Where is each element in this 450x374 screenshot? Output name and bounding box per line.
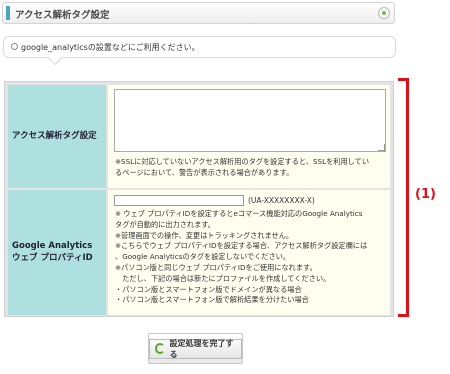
note-line: ※SSLに対応していないアクセス解析用のタグを設定すると、SSLを利用してい <box>115 157 370 166</box>
note-line: ※パソコン版と同じウェブ プロパティIDをご使用になれます。 <box>115 262 317 272</box>
note-line: ※こちらでウェブ プロパティIDを設定する場合、アクセス解析タグ設定欄には <box>115 241 368 251</box>
table-row: Google Analytics ウェブ プロパティID (UA-XXXXXXX… <box>8 190 390 315</box>
section-title: アクセス解析タグ設定 <box>15 10 110 21</box>
note-line: ただし、下記の場合は新たにプロファイルを作成してください。 <box>115 273 331 283</box>
row-value: (UA-XXXXXXXX-X) ※ ウェブ プロパティIDを設定するとeコマース… <box>108 190 390 315</box>
property-id-wrap: (UA-XXXXXXXX-X) <box>114 195 315 206</box>
annotation-label: (1) <box>415 187 436 202</box>
tracking-tag-textarea[interactable] <box>114 89 386 152</box>
info-text: google_analyticsの設置などにご利用ください。 <box>21 43 200 52</box>
header-accent-bar <box>6 6 10 20</box>
row-value: ※SSLに対応していないアクセス解析用のタグを設定すると、SSLを利用してい る… <box>108 85 390 188</box>
note-line: ・パソコン版とスマートフォン版でドメインが異なる場合 <box>115 284 302 294</box>
collapse-toggle-icon[interactable] <box>378 7 390 19</box>
section-header: アクセス解析タグ設定 <box>2 2 395 24</box>
ssl-note: ※SSLに対応していないアクセス解析用のタグを設定すると、SSLを利用してい る… <box>115 157 391 179</box>
settings-table: アクセス解析タグ設定 ※SSLに対応していないアクセス解析用のタグを設定すると、… <box>4 81 394 317</box>
note-line: ※ ウェブ プロパティIDを設定するとeコマース機能対応のGoogle Anal… <box>115 209 363 218</box>
annotation-bracket <box>398 78 409 317</box>
row-label-line: ウェブ プロパティID <box>12 252 93 263</box>
table-row: アクセス解析タグ設定 ※SSLに対応していないアクセス解析用のタグを設定すると、… <box>8 85 390 188</box>
note-line: るページにおいて、警告が表示される場合があります。 <box>115 167 294 177</box>
submit-button[interactable]: 設定処理を完了する <box>148 333 243 364</box>
row-label: アクセス解析タグ設定 <box>8 85 106 188</box>
submit-button-face[interactable]: 設定処理を完了する <box>149 338 242 359</box>
property-id-input[interactable] <box>114 195 244 206</box>
refresh-icon <box>155 343 166 354</box>
info-box: google_analyticsの設置などにご利用ください。 <box>3 36 396 58</box>
resize-handle-icon[interactable] <box>378 144 385 151</box>
note-line: タグが自動的に出力されます。 <box>115 219 215 229</box>
ga-notes: ※ ウェブ プロパティIDを設定するとeコマース機能対応のGoogle Anal… <box>115 209 392 306</box>
submit-label: 設定処理を完了する <box>169 338 234 359</box>
note-line: ※管理画面での操作、変更はトラッキングされません。 <box>115 230 294 240</box>
property-id-hint: (UA-XXXXXXXX-X) <box>248 196 315 205</box>
bullet-icon <box>11 43 18 50</box>
note-line: 、Google Analyticsのタグを設定しないでください。 <box>115 252 291 262</box>
note-line: ・パソコン版とスマートフォン版で解析結果を分けたい場合 <box>115 295 309 305</box>
row-label: Google Analytics ウェブ プロパティID <box>8 190 106 315</box>
row-label-line: Google Analytics <box>12 241 93 252</box>
